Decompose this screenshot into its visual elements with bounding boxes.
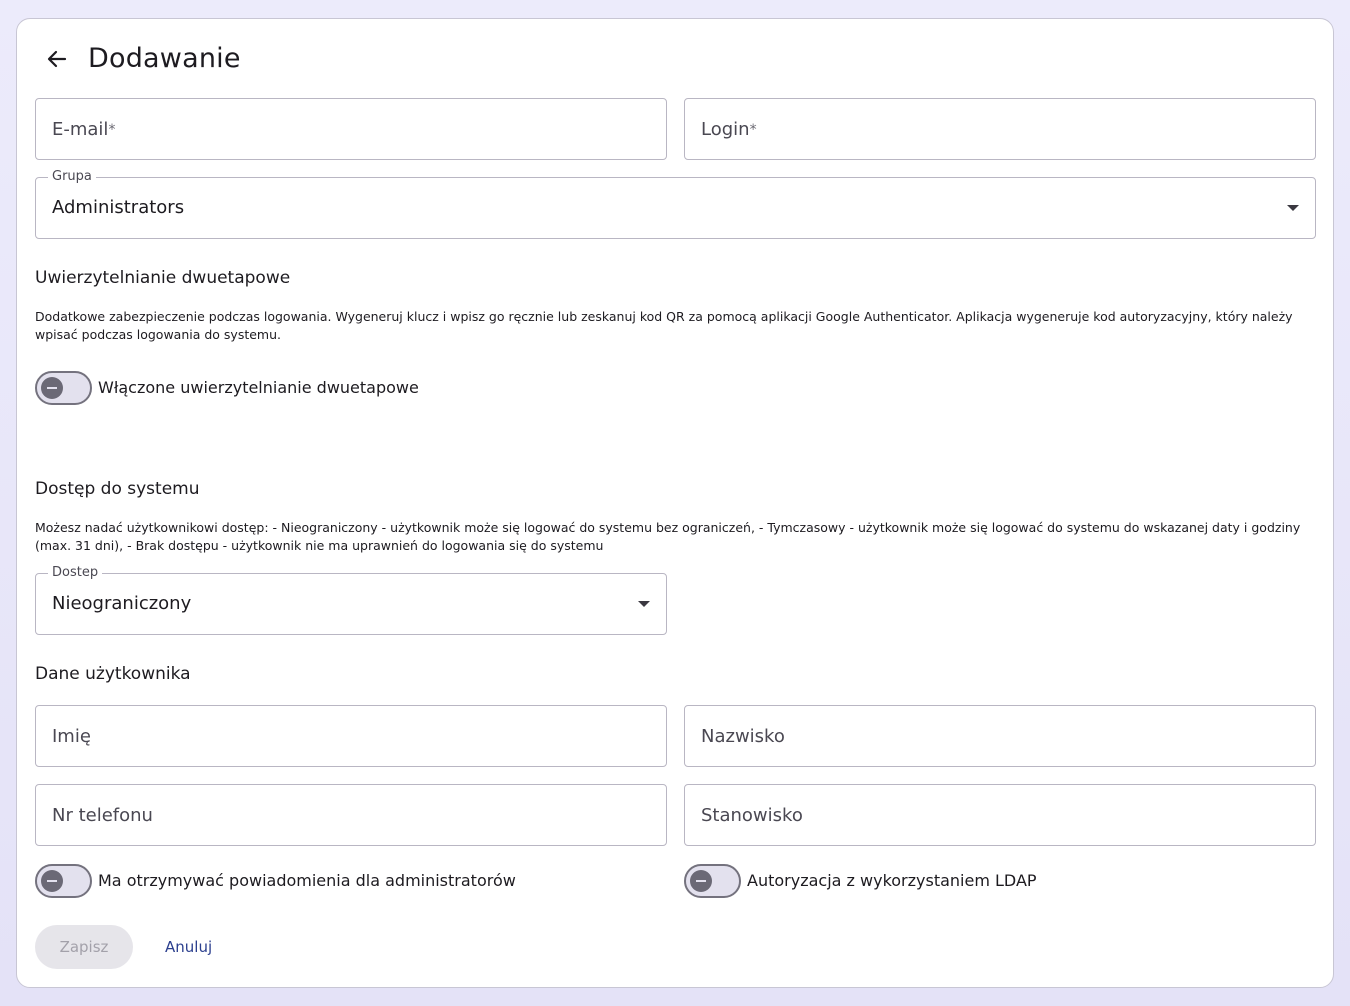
cancel-button[interactable]: Anuluj (157, 925, 220, 969)
email-field[interactable]: E-mail* (35, 98, 667, 160)
access-heading: Dostęp do systemu (35, 479, 200, 499)
access-description: Możesz nadać użytkownikowi dostęp: - Nie… (35, 520, 1301, 553)
toggle-knob-icon (41, 870, 63, 892)
group-value: Administrators (52, 197, 185, 218)
user-data-heading: Dane użytkownika (35, 664, 191, 684)
position-placeholder: Stanowisko (701, 805, 803, 826)
dropdown-caret-icon (1287, 205, 1299, 211)
last-name-placeholder: Nazwisko (701, 726, 785, 747)
two-factor-heading: Uwierzytelnianie dwuetapowe (35, 268, 291, 288)
toggle-knob-icon (690, 870, 712, 892)
group-label: Grupa (48, 168, 96, 186)
back-button[interactable] (45, 47, 69, 71)
required-mark: * (108, 122, 116, 138)
add-user-card: Dodawanie E-mail* Login* Grupa Administr… (16, 18, 1334, 988)
access-value: Nieograniczony (52, 593, 192, 614)
two-factor-description: Dodatkowe zabezpieczenie podczas logowan… (35, 309, 1293, 342)
first-name-field[interactable]: Imię (35, 705, 667, 767)
admin-notifications-toggle[interactable] (35, 864, 92, 898)
dropdown-caret-icon (638, 601, 650, 607)
required-mark: * (749, 122, 757, 138)
ldap-label: Autoryzacja z wykorzystaniem LDAP (747, 871, 1037, 890)
two-factor-toggle[interactable] (35, 371, 92, 405)
group-select[interactable]: Grupa Administrators (35, 168, 1316, 239)
ldap-row: Autoryzacja z wykorzystaniem LDAP (684, 864, 1037, 898)
last-name-field[interactable]: Nazwisko (684, 705, 1316, 767)
save-button[interactable]: Zapisz (35, 925, 133, 969)
toggle-knob-icon (41, 377, 63, 399)
admin-notifications-row: Ma otrzymywać powiadomienia dla administ… (35, 864, 516, 898)
login-placeholder: Login (701, 119, 750, 140)
access-select[interactable]: Dostep Nieograniczony (35, 564, 667, 635)
email-placeholder: E-mail (52, 119, 109, 140)
two-factor-toggle-row: Włączone uwierzytelnianie dwuetapowe (35, 371, 419, 405)
first-name-placeholder: Imię (52, 726, 91, 747)
login-field[interactable]: Login* (684, 98, 1316, 160)
two-factor-toggle-label: Włączone uwierzytelnianie dwuetapowe (98, 378, 419, 397)
phone-placeholder: Nr telefonu (52, 805, 153, 826)
phone-field[interactable]: Nr telefonu (35, 784, 667, 846)
position-field[interactable]: Stanowisko (684, 784, 1316, 846)
arrow-left-icon (47, 50, 67, 68)
access-label: Dostep (48, 564, 103, 582)
ldap-toggle[interactable] (684, 864, 741, 898)
page-title: Dodawanie (88, 43, 241, 74)
admin-notifications-label: Ma otrzymywać powiadomienia dla administ… (98, 871, 516, 890)
